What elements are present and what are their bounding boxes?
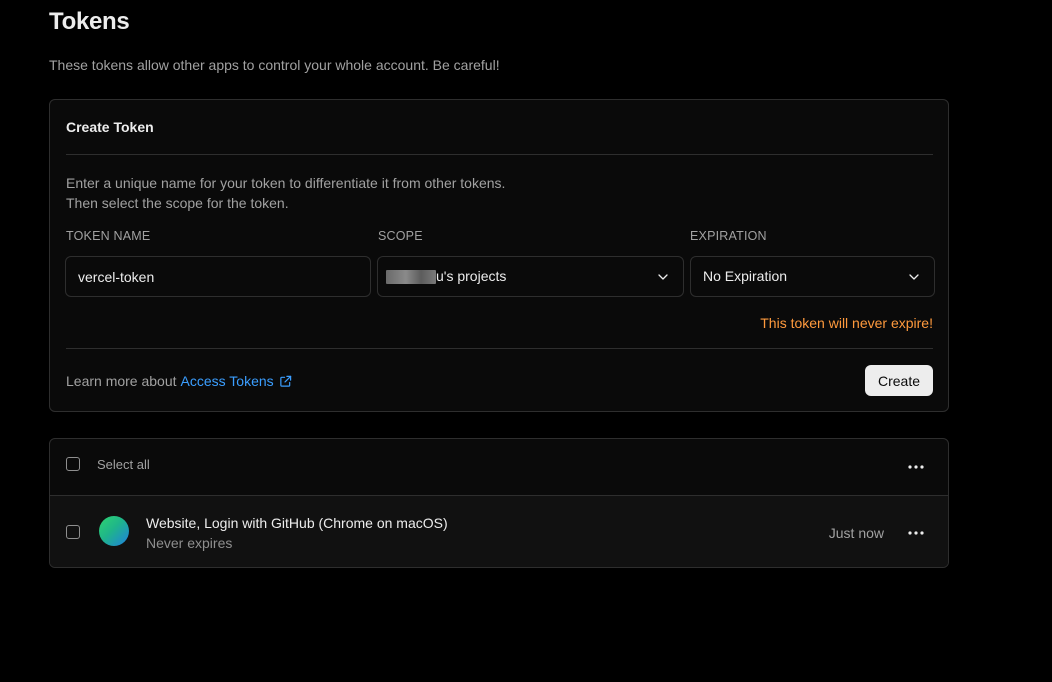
token-row[interactable]: Website, Login with GitHub (Chrome on ma… bbox=[50, 496, 948, 567]
token-name-field[interactable] bbox=[65, 256, 371, 297]
learn-more: Learn more about Access Tokens bbox=[66, 373, 292, 389]
description-line-1: Enter a unique name for your token to di… bbox=[66, 175, 506, 191]
more-horizontal-icon[interactable] bbox=[907, 530, 925, 536]
select-all-label: Select all bbox=[97, 457, 150, 472]
scope-select[interactable]: u's projects bbox=[377, 256, 684, 297]
description-line-2: Then select the scope for the token. bbox=[66, 195, 289, 211]
page-subtitle: These tokens allow other apps to control… bbox=[49, 57, 500, 73]
create-button[interactable]: Create bbox=[865, 365, 933, 396]
token-row-created: Just now bbox=[828, 525, 884, 541]
chevron-down-icon bbox=[909, 274, 919, 280]
learn-more-text: Learn more about bbox=[66, 373, 177, 389]
card-divider-top bbox=[66, 154, 933, 155]
avatar bbox=[99, 516, 129, 546]
access-tokens-link[interactable]: Access Tokens bbox=[181, 373, 292, 389]
token-list: Select all Website, Login with GitHub (C… bbox=[49, 438, 949, 568]
scope-label: SCOPE bbox=[378, 229, 423, 243]
select-all-checkbox[interactable] bbox=[66, 457, 80, 471]
token-row-expiry: Never expires bbox=[146, 535, 233, 551]
expiration-select[interactable]: No Expiration bbox=[690, 256, 935, 297]
redacted-scope-owner bbox=[386, 270, 436, 284]
card-divider-bottom bbox=[66, 348, 933, 349]
create-token-title: Create Token bbox=[66, 119, 154, 135]
expiration-warning: This token will never expire! bbox=[760, 315, 933, 331]
expiration-label: EXPIRATION bbox=[690, 229, 767, 243]
page-title: Tokens bbox=[49, 8, 130, 35]
tokens-page: Tokens These tokens allow other apps to … bbox=[0, 0, 1052, 682]
external-link-icon bbox=[279, 375, 291, 387]
token-list-header: Select all bbox=[50, 439, 948, 496]
scope-value: u's projects bbox=[436, 268, 507, 284]
token-row-name: Website, Login with GitHub (Chrome on ma… bbox=[146, 515, 448, 531]
token-row-checkbox[interactable] bbox=[66, 525, 80, 539]
chevron-down-icon bbox=[658, 274, 668, 280]
access-tokens-link-label: Access Tokens bbox=[180, 373, 274, 389]
create-token-card: Create Token Enter a unique name for you… bbox=[49, 99, 949, 412]
create-token-description: Enter a unique name for your token to di… bbox=[66, 173, 505, 213]
more-horizontal-icon[interactable] bbox=[907, 464, 925, 470]
token-name-label: TOKEN NAME bbox=[66, 229, 151, 243]
token-name-input[interactable] bbox=[66, 257, 370, 296]
expiration-value: No Expiration bbox=[703, 268, 788, 284]
